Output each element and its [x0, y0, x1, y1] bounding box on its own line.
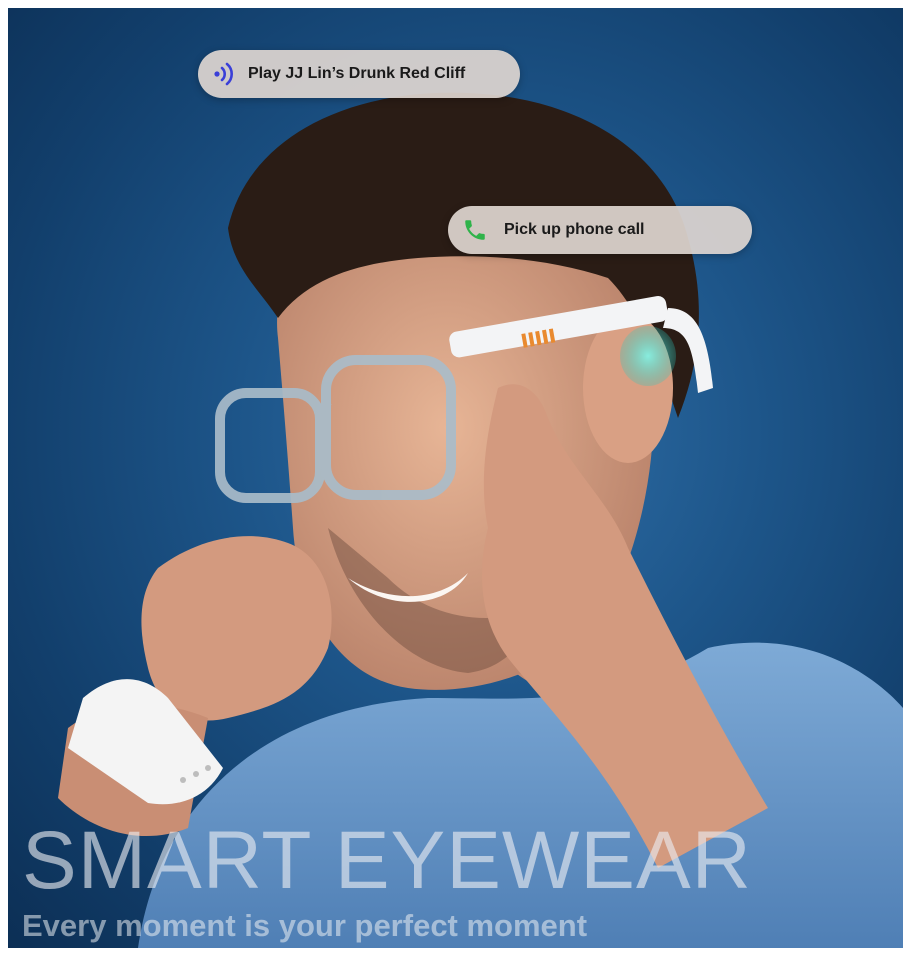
man-wearing-smart-glasses-illustration: [58, 92, 903, 948]
voice-command-text: Play JJ Lin’s Drunk Red Cliff: [248, 65, 466, 82]
phone-icon: [458, 213, 492, 247]
tagline: Every moment is your perfect moment: [22, 908, 588, 943]
left-hand: [141, 536, 332, 721]
call-command-text: Pick up phone call: [504, 221, 645, 238]
ear-glow: [620, 326, 676, 386]
sound-wave-icon: [208, 57, 242, 91]
product-photo: Play JJ Lin’s Drunk Red Cliff Pick up ph…: [8, 8, 903, 948]
voice-command-bubble: Play JJ Lin’s Drunk Red Cliff: [198, 50, 520, 98]
call-command-bubble: Pick up phone call: [448, 206, 752, 254]
headline: SMART EYEWEAR: [22, 815, 752, 906]
